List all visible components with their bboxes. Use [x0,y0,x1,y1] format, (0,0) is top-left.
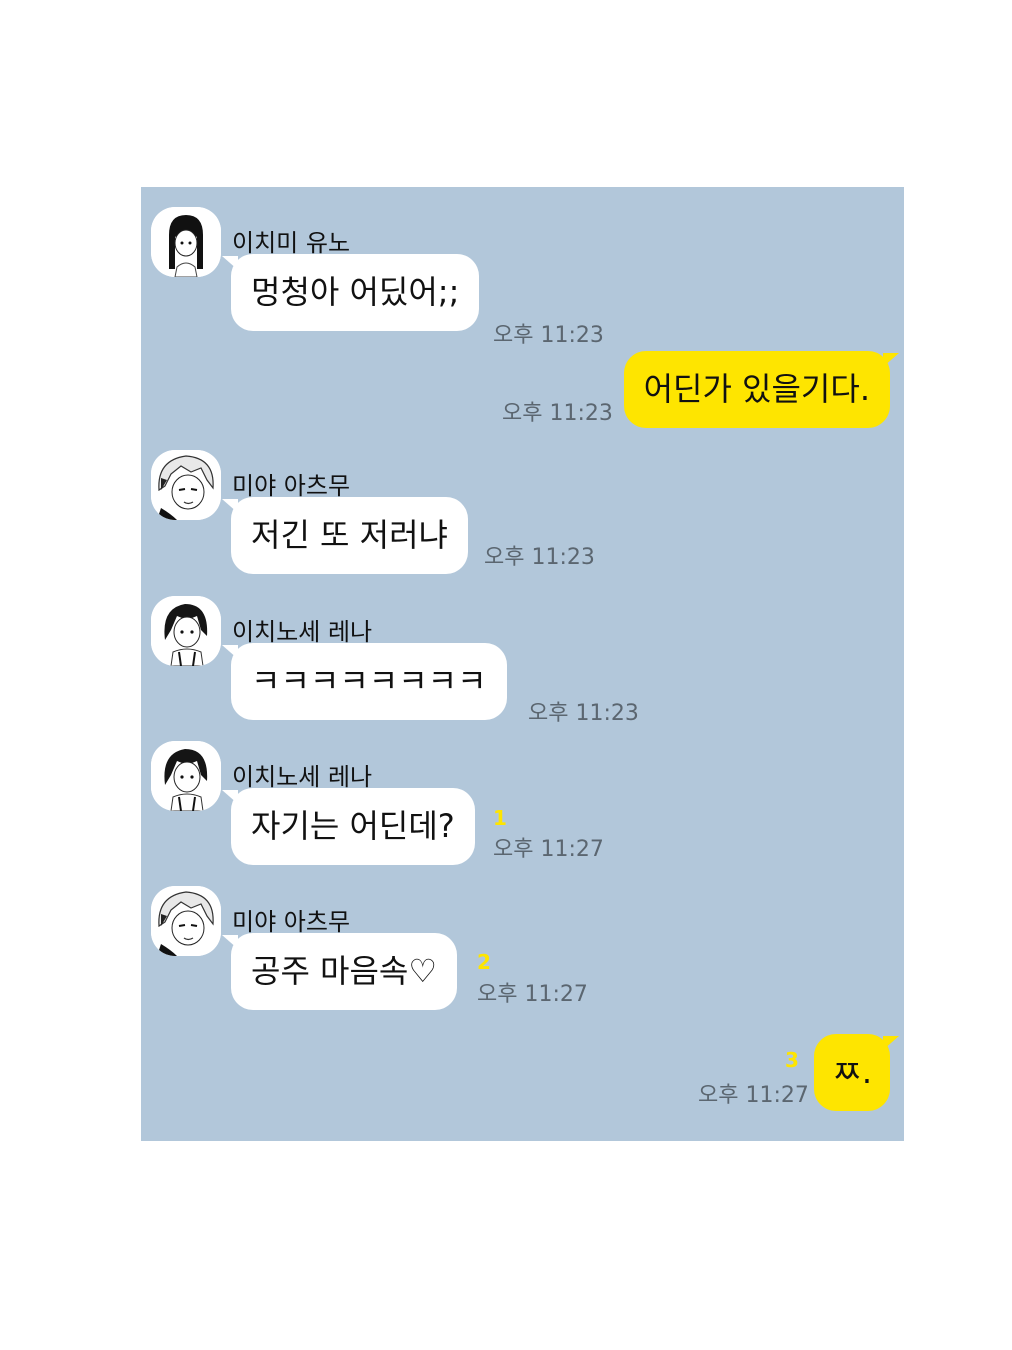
message-bubble[interactable]: ㅉ. [814,1034,899,1111]
unread-count: 1 [493,806,507,830]
chat-room[interactable]: 이치미 유노 멍청아 어딨어;; 오후 11:23 오후 11:23 어딘가 있… [141,187,904,1141]
message-timestamp: 오후 11:27 [493,837,604,862]
message-timestamp: 오후 11:27 [698,1083,809,1108]
message-bubble[interactable]: 공주 마음속♡ [221,933,458,1010]
message-bubble[interactable]: 자기는 어딘데? [222,788,475,865]
message-timestamp: 오후 11:23 [484,545,595,570]
sender-name: 이치노세 레나 [232,618,373,646]
sender-name: 미야 아츠무 [232,472,351,500]
dark-hair-girl-avatar[interactable] [151,741,221,811]
unread-count: 2 [477,950,491,974]
blond-boy-avatar[interactable] [151,886,221,956]
sender-name: 이치노세 레나 [232,763,373,791]
message-timestamp: 오후 11:23 [528,701,639,726]
message-bubble[interactable]: 어딘가 있을기다. [623,351,900,428]
blond-boy-avatar[interactable] [151,450,221,520]
long-black-hair-girl-avatar[interactable] [151,207,221,277]
message-timestamp: 오후 11:27 [477,982,588,1007]
message-timestamp: 오후 11:23 [502,401,613,426]
unread-count: 3 [785,1048,799,1072]
sender-name: 미야 아츠무 [232,908,351,936]
message-bubble[interactable]: 멍청아 어딨어;; [221,254,480,331]
message-timestamp: 오후 11:23 [493,323,604,348]
dark-hair-girl-avatar[interactable] [151,596,221,666]
message-bubble[interactable]: ㅋㅋㅋㅋㅋㅋㅋㅋ [222,643,507,720]
message-bubble[interactable]: 저긴 또 저러냐 [222,497,468,574]
sender-name: 이치미 유노 [232,229,351,257]
